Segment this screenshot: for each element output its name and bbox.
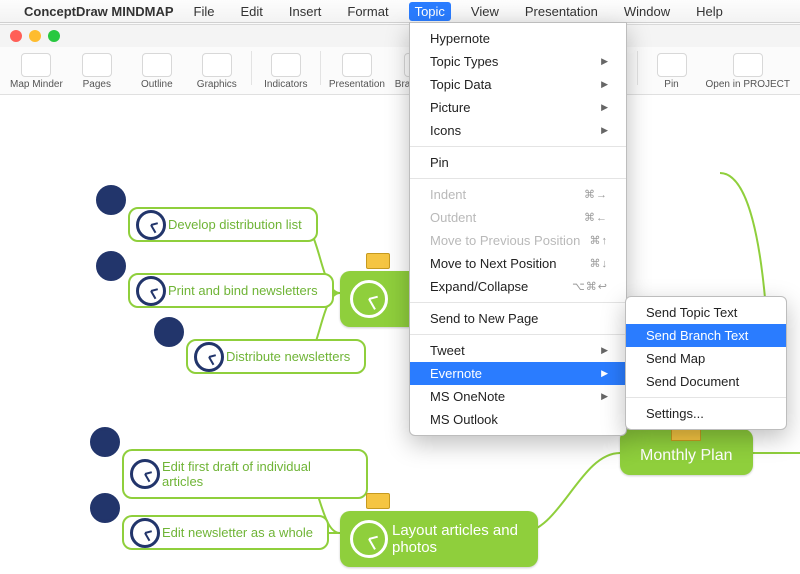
app-name[interactable]: ConceptDraw MINDMAP <box>24 4 174 19</box>
menu-item-ms-outlook[interactable]: MS Outlook <box>410 408 626 431</box>
map-minder-icon <box>21 53 51 77</box>
topic-label: Develop distribution list <box>168 217 302 232</box>
menu-item-hypernote[interactable]: Hypernote <box>410 27 626 50</box>
toolbar-separator <box>637 51 638 85</box>
minimize-window-button[interactable] <box>29 30 41 42</box>
outline-icon <box>142 53 172 77</box>
menu-topic[interactable]: Topic <box>409 2 451 21</box>
menu-item-tweet[interactable]: Tweet <box>410 339 626 362</box>
toolbar-presentation[interactable]: Presentation <box>325 51 389 92</box>
topic-node[interactable]: Develop distribution list <box>128 207 318 242</box>
submenu-item-send-document[interactable]: Send Document <box>626 370 786 393</box>
toolbar-separator <box>320 51 321 85</box>
toolbar: Map Minder Pages Outline Graphics Indica… <box>0 47 800 95</box>
topic-label: Distribute newsletters <box>226 349 350 364</box>
menu-edit[interactable]: Edit <box>234 2 268 21</box>
topic-label: Edit first draft of individual articles <box>162 459 311 489</box>
presentation-icon <box>342 53 372 77</box>
pages-icon <box>82 53 112 77</box>
clock-icon <box>96 185 126 215</box>
window-titlebar <box>0 25 800 47</box>
group-node[interactable]: Layout articles and photos <box>340 511 538 567</box>
zoom-window-button[interactable] <box>48 30 60 42</box>
graphics-icon <box>202 53 232 77</box>
menu-item-picture[interactable]: Picture <box>410 96 626 119</box>
topic-dropdown-menu: HypernoteTopic TypesTopic DataPictureIco… <box>409 22 627 436</box>
folder-icon <box>366 253 394 267</box>
menu-item-move-to-previous-position: Move to Previous Position⌘↑ <box>410 229 626 252</box>
menu-format[interactable]: Format <box>341 2 394 21</box>
close-window-button[interactable] <box>10 30 22 42</box>
menu-item-send-to-new-page[interactable]: Send to New Page <box>410 307 626 330</box>
menu-item-icons[interactable]: Icons <box>410 119 626 142</box>
clock-icon <box>130 459 160 489</box>
menu-item-indent: Indent⌘→ <box>410 183 626 206</box>
clock-icon <box>194 342 224 372</box>
menu-item-topic-data[interactable]: Topic Data <box>410 73 626 96</box>
clock-icon <box>90 427 120 457</box>
submenu-item-send-map[interactable]: Send Map <box>626 347 786 370</box>
topic-node[interactable]: Edit newsletter as a whole <box>122 515 329 550</box>
root-label: Monthly Plan <box>640 447 733 464</box>
menu-insert[interactable]: Insert <box>283 2 328 21</box>
toolbar-separator <box>251 51 252 85</box>
clock-icon <box>350 280 388 318</box>
menu-item-expand-collapse[interactable]: Expand/Collapse⌥⌘↩ <box>410 275 626 298</box>
group-label: Layout articles and photos <box>392 522 522 556</box>
topic-node[interactable]: Print and bind newsletters <box>128 273 334 308</box>
topic-label: Edit newsletter as a whole <box>162 525 313 540</box>
indicators-icon <box>271 53 301 77</box>
toolbar-outline[interactable]: Outline <box>127 51 187 92</box>
menu-item-move-to-next-position[interactable]: Move to Next Position⌘↓ <box>410 252 626 275</box>
evernote-submenu: Send Topic TextSend Branch TextSend MapS… <box>625 296 787 430</box>
toolbar-pin[interactable]: Pin <box>642 51 702 92</box>
submenu-item-send-topic-text[interactable]: Send Topic Text <box>626 301 786 324</box>
pin-icon <box>657 53 687 77</box>
clock-icon <box>90 493 120 523</box>
menu-item-pin[interactable]: Pin <box>410 151 626 174</box>
clock-icon <box>350 520 388 558</box>
project-icon <box>733 53 763 77</box>
clock-icon <box>136 210 166 240</box>
toolbar-indicators[interactable]: Indicators <box>256 51 316 92</box>
clock-icon <box>130 518 160 548</box>
clock-icon <box>96 251 126 281</box>
folder-icon <box>366 493 394 507</box>
submenu-item-settings-[interactable]: Settings... <box>626 402 786 425</box>
menu-help[interactable]: Help <box>690 2 729 21</box>
clock-icon <box>154 317 184 347</box>
menu-item-outdent: Outdent⌘← <box>410 206 626 229</box>
clock-icon <box>136 276 166 306</box>
menu-window[interactable]: Window <box>618 2 676 21</box>
topic-label: Print and bind newsletters <box>168 283 318 298</box>
mac-menubar: ConceptDraw MINDMAP File Edit Insert For… <box>0 0 800 23</box>
topic-node[interactable]: Edit first draft of individual articles <box>122 449 368 499</box>
menu-view[interactable]: View <box>465 2 505 21</box>
root-node[interactable]: Monthly Plan <box>620 429 753 475</box>
toolbar-graphics[interactable]: Graphics <box>187 51 247 92</box>
menu-presentation[interactable]: Presentation <box>519 2 604 21</box>
menu-item-topic-types[interactable]: Topic Types <box>410 50 626 73</box>
toolbar-open-in-project[interactable]: Open in PROJECT <box>702 51 794 92</box>
toolbar-map-minder[interactable]: Map Minder <box>6 51 67 92</box>
menu-item-evernote[interactable]: Evernote <box>410 362 626 385</box>
submenu-item-send-branch-text[interactable]: Send Branch Text <box>626 324 786 347</box>
menu-item-ms-onenote[interactable]: MS OneNote <box>410 385 626 408</box>
toolbar-pages[interactable]: Pages <box>67 51 127 92</box>
topic-node[interactable]: Distribute newsletters <box>186 339 366 374</box>
menu-file[interactable]: File <box>188 2 221 21</box>
